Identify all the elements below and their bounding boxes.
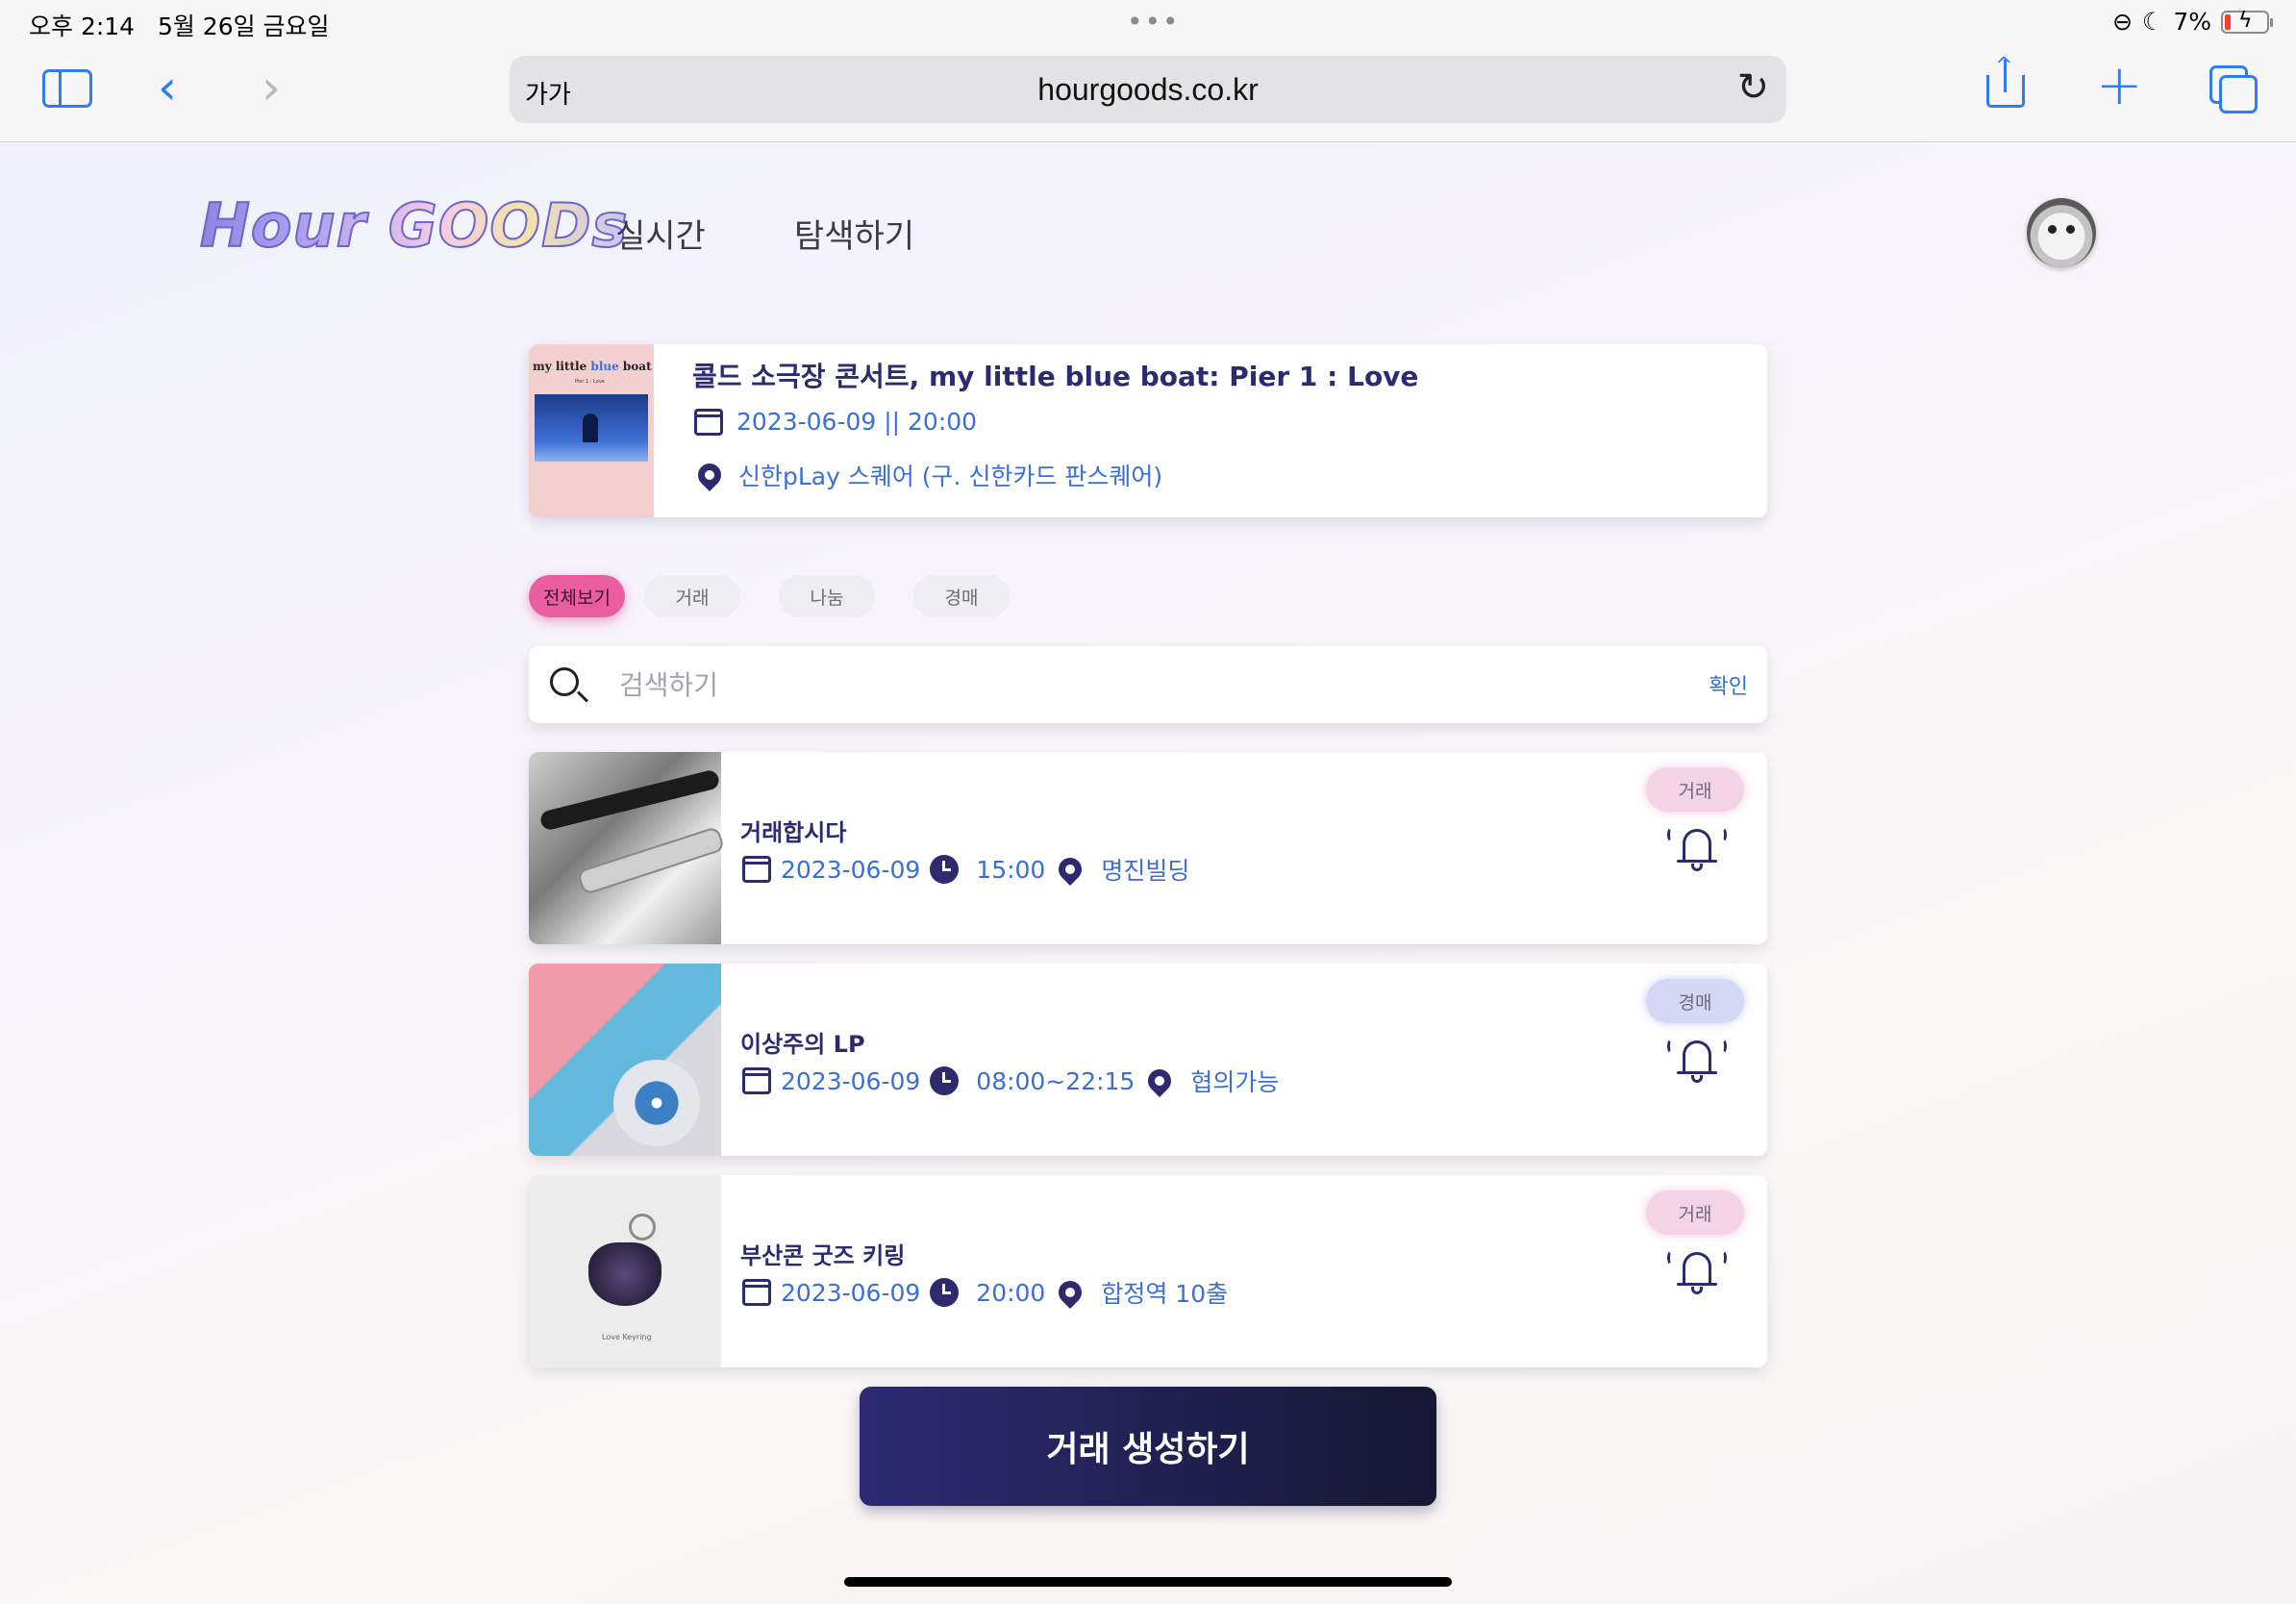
- browser-toolbar: ‹ › 가가 hourgoods.co.kr ↻ ^ +: [0, 46, 2296, 142]
- location-pin-icon: [1054, 853, 1087, 886]
- calendar-icon: [742, 1067, 771, 1094]
- listing-meta: 2023-06-09 20:00 합정역 10출: [742, 1275, 1228, 1310]
- filter-share[interactable]: 나눔: [779, 575, 875, 617]
- listing-title: 부산콘 굿즈 키링: [740, 1242, 906, 1269]
- create-trade-button[interactable]: 거래 생성하기: [860, 1387, 1436, 1506]
- poster-title: my little blue boat: [533, 360, 652, 373]
- search-bar: 확인: [529, 646, 1767, 723]
- battery-icon: ϟ: [2221, 9, 2273, 34]
- location-pin-icon: [1054, 1276, 1087, 1309]
- concert-card[interactable]: my little blue boat Pier 1 : Love 콜드 소극장…: [529, 344, 1767, 517]
- clock-icon: [930, 1066, 960, 1095]
- listing-title: 거래합시다: [740, 819, 847, 846]
- calendar-icon: [742, 1279, 771, 1306]
- clock-icon: [930, 855, 960, 884]
- concert-venue-row: 신한pLay 스퀘어 (구. 신한카드 판스퀘어): [693, 458, 1163, 492]
- notification-bell-icon[interactable]: [1667, 1248, 1727, 1300]
- multitask-dots-icon[interactable]: •••: [1127, 6, 1181, 38]
- listing-date: 2023-06-09: [781, 855, 921, 884]
- listing-card[interactable]: 이상주의 LP 2023-06-09 08:00~22:15 협의가능 경매: [529, 964, 1767, 1156]
- filter-auction[interactable]: 경매: [913, 575, 1010, 617]
- status-time: 오후 2:14 5월 26일 금요일: [29, 13, 330, 40]
- listing-date: 2023-06-09: [781, 1278, 921, 1307]
- sidebar-toggle-icon[interactable]: [42, 69, 92, 108]
- listing-card[interactable]: 거래합시다 2023-06-09 15:00 명진빌딩 거래: [529, 752, 1767, 944]
- listing-card[interactable]: Love Keyring 부산콘 굿즈 키링 2023-06-09 20:00 …: [529, 1175, 1767, 1367]
- listing-location: 협의가능: [1190, 1068, 1280, 1096]
- moon-icon: ☾: [2141, 8, 2164, 36]
- listing-thumbnail: Love Keyring: [529, 1175, 721, 1367]
- listing-date: 2023-06-09: [781, 1066, 921, 1095]
- poster-subtitle: Pier 1 : Love: [575, 379, 605, 385]
- concert-venue: 신한pLay 스퀘어 (구. 신한카드 판스퀘어): [738, 463, 1163, 490]
- search-icon: [550, 667, 579, 696]
- listing-type-badge: 거래: [1646, 767, 1744, 812]
- location-pin-icon: [693, 459, 726, 491]
- listing-thumbnail: [529, 964, 721, 1156]
- filter-all[interactable]: 전체보기: [529, 575, 625, 617]
- back-arrow-icon[interactable]: ‹: [158, 60, 177, 115]
- filter-trade[interactable]: 거래: [644, 575, 740, 617]
- listing-type-badge: 거래: [1646, 1190, 1744, 1235]
- status-bar: 오후 2:14 5월 26일 금요일 ••• ⊖ ☾ 7% ϟ: [0, 0, 2296, 46]
- listing-time: 08:00~22:15: [976, 1066, 1136, 1095]
- listing-type-badge: 경매: [1646, 979, 1744, 1023]
- new-tab-icon[interactable]: +: [2096, 52, 2143, 117]
- search-input[interactable]: [619, 664, 1581, 706]
- nav-explore[interactable]: 탐색하기: [794, 210, 914, 257]
- status-right: ⊖ ☾ 7% ϟ: [2111, 8, 2273, 36]
- search-confirm-button[interactable]: 확인: [1710, 669, 1748, 700]
- concert-title: 콜드 소극장 콘서트, my little blue boat: Pier 1 …: [692, 361, 1419, 392]
- listing-thumbnail: [529, 752, 721, 944]
- site-logo[interactable]: Hour GOODs: [199, 189, 628, 262]
- calendar-icon: [742, 856, 771, 883]
- listing-meta: 2023-06-09 15:00 명진빌딩: [742, 852, 1189, 887]
- concert-datetime: 2023-06-09 || 20:00: [736, 408, 978, 436]
- poster-artwork: [535, 394, 648, 462]
- clock-icon: [930, 1278, 960, 1307]
- listing-time: 15:00: [976, 855, 1046, 884]
- home-indicator: [844, 1577, 1452, 1587]
- forward-arrow-icon[interactable]: ›: [262, 60, 281, 115]
- listing-title: 이상주의 LP: [740, 1031, 865, 1058]
- status-date: 5월 26일 금요일: [157, 13, 330, 40]
- listing-time: 20:00: [976, 1278, 1046, 1307]
- battery-percent: 7%: [2173, 8, 2211, 36]
- share-icon[interactable]: ^: [1986, 56, 2025, 108]
- location-pin-icon: [1143, 1065, 1177, 1097]
- notification-bell-icon[interactable]: [1667, 1037, 1727, 1089]
- concert-date-row: 2023-06-09 || 20:00: [694, 408, 977, 436]
- concert-poster: my little blue boat Pier 1 : Love: [529, 344, 654, 517]
- reload-icon[interactable]: ↻: [1736, 65, 1769, 110]
- user-avatar[interactable]: [2027, 198, 2096, 267]
- url-text[interactable]: hourgoods.co.kr: [510, 72, 1786, 108]
- thumbnail-label: Love Keyring: [602, 1333, 652, 1341]
- address-bar[interactable]: 가가 hourgoods.co.kr ↻: [510, 56, 1786, 123]
- nav-realtime[interactable]: 실시간: [615, 210, 706, 257]
- listing-location: 명진빌딩: [1101, 857, 1190, 885]
- link-icon: ⊖: [2111, 8, 2133, 36]
- calendar-icon: [694, 408, 723, 436]
- tabs-overview-icon[interactable]: [2209, 65, 2258, 113]
- listing-location: 합정역 10출: [1101, 1280, 1229, 1308]
- notification-bell-icon[interactable]: [1667, 825, 1727, 877]
- listing-meta: 2023-06-09 08:00~22:15 협의가능: [742, 1064, 1279, 1098]
